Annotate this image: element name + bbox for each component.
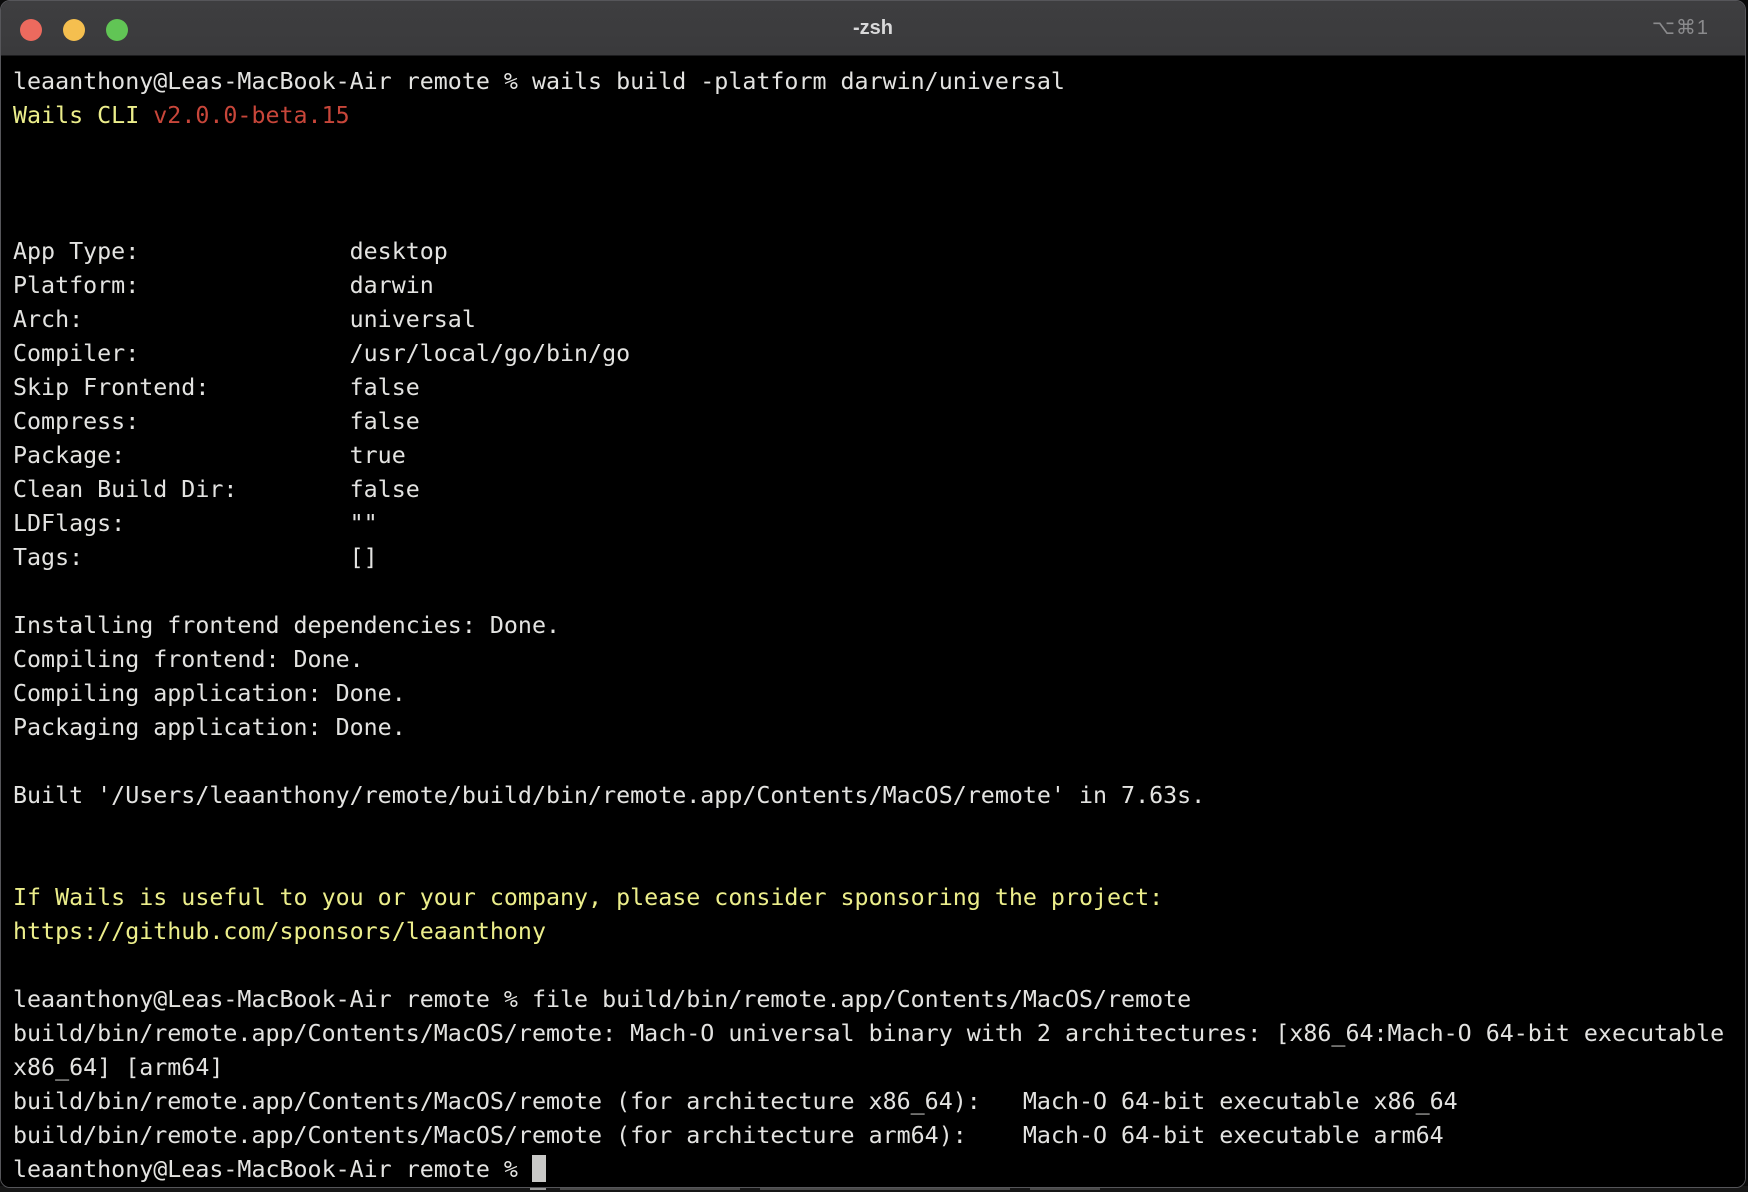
terminal-line: build/bin/remote.app/Contents/MacOS/remo… — [13, 1017, 1745, 1051]
terminal-text: Platform: darwin — [13, 272, 434, 299]
terminal-line — [13, 575, 1745, 609]
terminal-text: leaanthony@Leas-MacBook-Air remote % — [13, 1156, 532, 1183]
terminal-line: Tags: [] — [13, 541, 1745, 575]
terminal-line: leaanthony@Leas-MacBook-Air remote % — [13, 1153, 1745, 1187]
terminal-text: App Type: desktop — [13, 238, 448, 265]
terminal-text: x86_64] [arm64] — [13, 1054, 223, 1081]
terminal-text: leaanthony@Leas-MacBook-Air remote % fil… — [13, 986, 1191, 1013]
terminal-line: Wails CLI v2.0.0-beta.15 — [13, 99, 1745, 133]
window-title: -zsh — [1, 1, 1745, 56]
terminal-text: leaanthony@Leas-MacBook-Air remote % wai… — [13, 68, 1065, 95]
terminal-line: leaanthony@Leas-MacBook-Air remote % wai… — [13, 65, 1745, 99]
terminal-line: Installing frontend dependencies: Done. — [13, 609, 1745, 643]
terminal-text: build/bin/remote.app/Contents/MacOS/remo… — [13, 1020, 1724, 1047]
terminal-line: build/bin/remote.app/Contents/MacOS/remo… — [13, 1085, 1745, 1119]
terminal-text: build/bin/remote.app/Contents/MacOS/remo… — [13, 1088, 1458, 1115]
terminal-line — [13, 201, 1745, 235]
terminal-line: Packaging application: Done. — [13, 711, 1745, 745]
window-titlebar[interactable]: -zsh ⌥⌘1 — [1, 1, 1745, 56]
terminal-cursor — [532, 1155, 546, 1182]
terminal-line: https://github.com/sponsors/leaanthony — [13, 915, 1745, 949]
terminal-line: Skip Frontend: false — [13, 371, 1745, 405]
terminal-line — [13, 847, 1745, 881]
terminal-line — [13, 813, 1745, 847]
terminal-text: Arch: universal — [13, 306, 476, 333]
terminal-text: Tags: [] — [13, 544, 378, 571]
terminal-text: Compiler: /usr/local/go/bin/go — [13, 340, 630, 367]
terminal-text: https://github.com/sponsors/leaanthony — [13, 918, 546, 945]
terminal-line — [13, 949, 1745, 983]
terminal-line: Compiling frontend: Done. — [13, 643, 1745, 677]
terminal-text: Packaging application: Done. — [13, 714, 406, 741]
terminal-text: v2.0.0-beta.15 — [153, 102, 349, 129]
terminal-line: leaanthony@Leas-MacBook-Air remote % fil… — [13, 983, 1745, 1017]
terminal-line: Compiling application: Done. — [13, 677, 1745, 711]
terminal-text: build/bin/remote.app/Contents/MacOS/remo… — [13, 1122, 1444, 1149]
terminal-text: If Wails is useful to you or your compan… — [13, 884, 1163, 911]
terminal-window: -zsh ⌥⌘1 leaanthony@Leas-MacBook-Air rem… — [0, 0, 1746, 1188]
terminal-line: Clean Build Dir: false — [13, 473, 1745, 507]
terminal-line: LDFlags: "" — [13, 507, 1745, 541]
terminal-line — [13, 745, 1745, 779]
terminal-text: Built '/Users/leaanthony/remote/build/bi… — [13, 782, 1205, 809]
terminal-line: Platform: darwin — [13, 269, 1745, 303]
terminal-line: App Type: desktop — [13, 235, 1745, 269]
terminal-text: Compiling frontend: Done. — [13, 646, 364, 673]
terminal-text: Package: true — [13, 442, 406, 469]
desktop-background: { "window": { "title": "-zsh", "shortcut… — [0, 0, 1748, 1192]
terminal-text: Compress: false — [13, 408, 420, 435]
window-shortcut-hint: ⌥⌘1 — [1652, 1, 1709, 56]
terminal-line: x86_64] [arm64] — [13, 1051, 1745, 1085]
terminal-line: Built '/Users/leaanthony/remote/build/bi… — [13, 779, 1745, 813]
terminal-line — [13, 133, 1745, 167]
terminal-text: LDFlags: "" — [13, 510, 378, 537]
terminal-line: Package: true — [13, 439, 1745, 473]
terminal-text: Compiling application: Done. — [13, 680, 406, 707]
terminal-text: Installing frontend dependencies: Done. — [13, 612, 560, 639]
terminal-line: build/bin/remote.app/Contents/MacOS/remo… — [13, 1119, 1745, 1153]
terminal-text: Clean Build Dir: false — [13, 476, 420, 503]
terminal-text: Wails CLI — [13, 102, 153, 129]
terminal-content[interactable]: leaanthony@Leas-MacBook-Air remote % wai… — [1, 56, 1745, 1187]
terminal-line: Compiler: /usr/local/go/bin/go — [13, 337, 1745, 371]
terminal-line: If Wails is useful to you or your compan… — [13, 881, 1745, 915]
terminal-text: Skip Frontend: false — [13, 374, 420, 401]
terminal-line — [13, 167, 1745, 201]
terminal-line: Arch: universal — [13, 303, 1745, 337]
terminal-line: Compress: false — [13, 405, 1745, 439]
